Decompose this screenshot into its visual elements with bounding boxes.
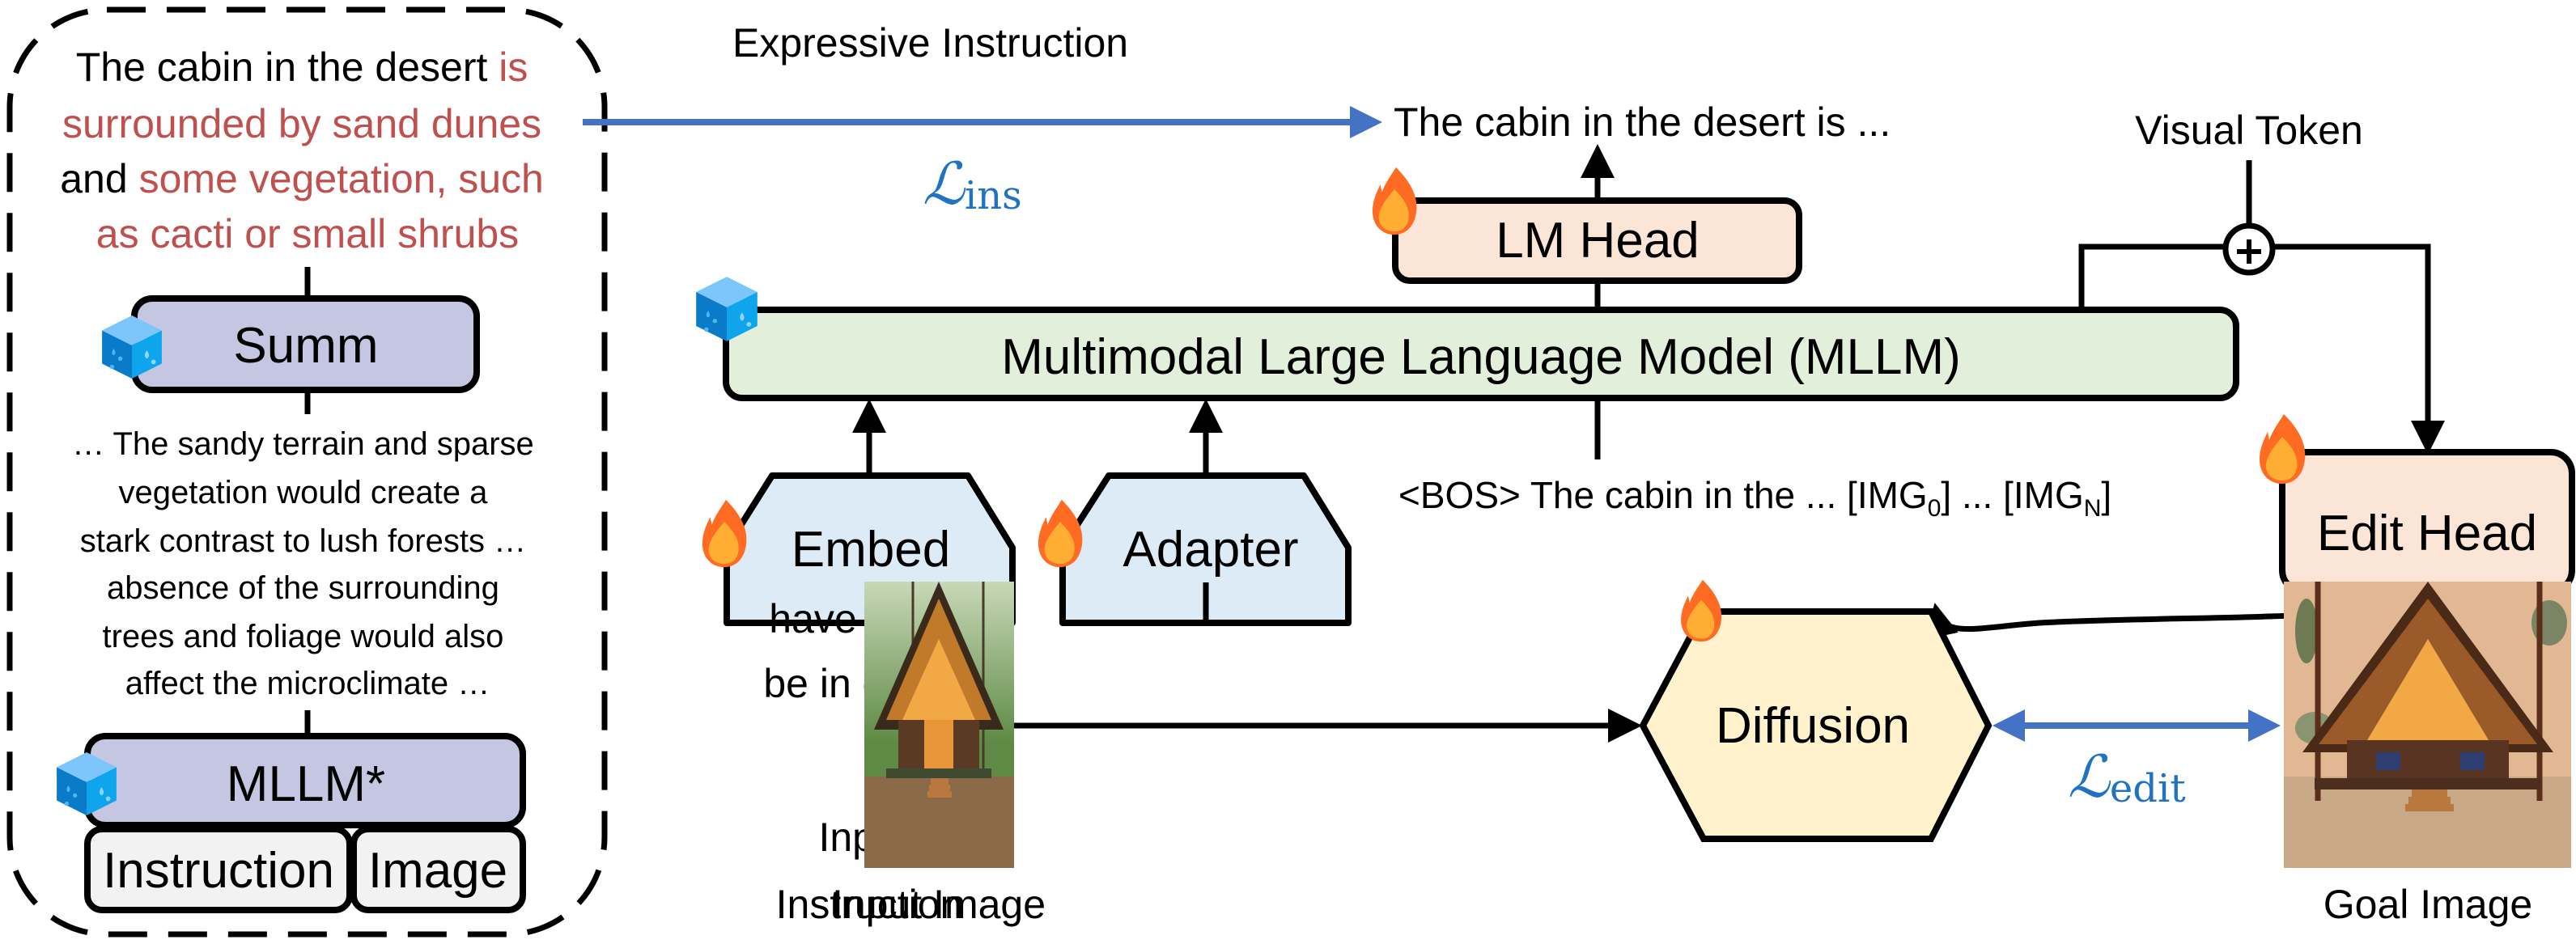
lm-head-module: LM Head: [1372, 167, 1802, 284]
instruction-input-box: Instruction: [84, 826, 353, 913]
edit-head-label: Edit Head: [2317, 506, 2537, 561]
input-image-caption: Input Image: [832, 882, 1046, 927]
loss-ins-label: ℒins: [923, 150, 1022, 218]
expressive-text-segment: and: [60, 156, 138, 201]
fire-icon: [2260, 414, 2306, 484]
expressive-text-segment: is: [499, 44, 528, 90]
expressive-text-segment: The cabin in the desert: [76, 44, 499, 90]
adapter-label: Adapter: [1122, 522, 1298, 578]
summ-module: Summ: [102, 295, 480, 393]
fire-icon: [1372, 167, 1417, 235]
image-input-box: Image: [350, 826, 526, 913]
lm-output-text: The cabin in the desert is ...: [1394, 99, 1891, 145]
summ-label: Summ: [233, 318, 378, 374]
edit-head-module: Edit Head: [2260, 414, 2575, 595]
fire-icon: [1681, 579, 1722, 642]
diffusion-module: Diffusion: [1639, 579, 1992, 842]
image-input-label: Image: [368, 843, 507, 899]
reasoning-text: … The sandy terrain and sparse vegetatio…: [72, 426, 543, 701]
visual-token-label: Visual Token: [2135, 108, 2363, 153]
embed-label: Embed: [791, 522, 950, 578]
diffusion-label: Diffusion: [1716, 698, 1910, 754]
fire-icon: [1038, 499, 1083, 568]
mllm-star-label: MLLM*: [227, 756, 385, 812]
circle-plus-icon: [2222, 222, 2276, 276]
sum-to-edit-head-arrow: [2273, 243, 2445, 455]
input-image: [864, 582, 1014, 868]
lm-head-label: LM Head: [1496, 213, 1700, 269]
mllm-to-sum-line: [2078, 243, 2226, 310]
expressive-text-segment: some vegetation, such: [139, 156, 544, 201]
expressive-instruction-heading: Expressive Instruction: [732, 20, 1128, 66]
token-sequence: <BOS> The cabin in the ... [IMG0] ... [I…: [1398, 474, 2111, 522]
adapter-module: Adapter: [1038, 472, 1352, 626]
mllm-star-module: MLLM*: [57, 733, 526, 828]
mllm-label: Multimodal Large Language Model (MLLM): [1001, 329, 1961, 385]
fire-icon: [702, 499, 747, 568]
goal-image: [2284, 582, 2571, 868]
expressive-text-segment: surrounded by sand dunes: [62, 101, 541, 146]
expressive-text-segment: as cacti or small shrubs: [96, 211, 519, 256]
mllm-module: Multimodal Large Language Model (MLLM): [696, 277, 2239, 401]
pipeline-diagram: The cabin in the desert is surrounded by…: [6, 6, 2575, 938]
instruction-input-label: Instruction: [103, 843, 334, 899]
expressive-instruction-text: The cabin in the desert is surrounded by…: [60, 44, 555, 256]
loss-edit-label: ℒedit: [2068, 743, 2186, 811]
goal-image-caption: Goal Image: [2323, 882, 2532, 927]
